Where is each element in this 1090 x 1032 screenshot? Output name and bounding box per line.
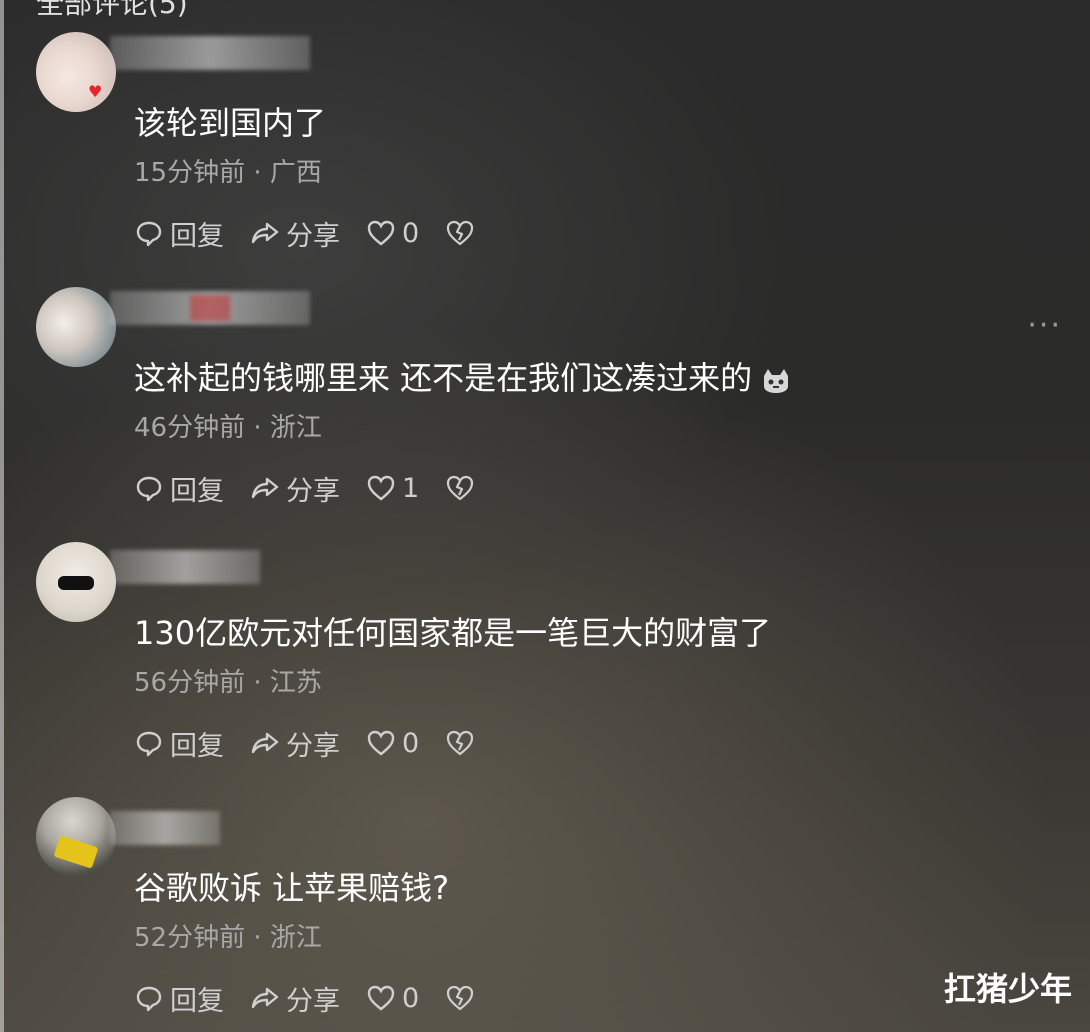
username-blurred[interactable]: [110, 36, 310, 70]
share-label: 分享: [286, 475, 340, 507]
avatar[interactable]: [36, 542, 116, 622]
like-count: 0: [402, 217, 420, 249]
comment-text: 谷歌败诉 让苹果赔钱?: [134, 869, 450, 907]
meta-separator: ·: [245, 668, 270, 698]
meta-separator: ·: [245, 158, 270, 188]
share-arrow-icon: [251, 222, 279, 244]
cat-emoji-icon: [764, 369, 789, 393]
like-button[interactable]: 0: [366, 728, 419, 759]
like-count: 1: [402, 472, 420, 504]
comment-text: 这补起的钱哪里来 还不是在我们这凑过来的: [134, 353, 792, 399]
comment-item: ♥ 该轮到国内了 15分钟前 · 广西 回复 分享 0: [0, 0, 1090, 255]
avatar[interactable]: ♥: [36, 32, 116, 112]
avatar[interactable]: [36, 797, 116, 877]
heart-icon: [367, 475, 395, 501]
comment-meta: 15分钟前 · 广西: [134, 152, 322, 189]
share-button[interactable]: 分享: [250, 979, 340, 1018]
like-button[interactable]: 0: [366, 218, 419, 249]
share-arrow-icon: [251, 987, 279, 1009]
meta-separator: ·: [245, 413, 270, 443]
comment-text: 该轮到国内了: [134, 104, 327, 142]
comment-meta: 46分钟前 · 浙江: [134, 407, 322, 444]
comment-text: 130亿欧元对任何国家都是一笔巨大的财富了: [134, 614, 772, 652]
comment-text-content: 这补起的钱哪里来 还不是在我们这凑过来的: [134, 359, 753, 397]
dislike-button[interactable]: [445, 728, 481, 758]
reply-label: 回复: [170, 220, 224, 252]
like-button[interactable]: 1: [366, 473, 419, 504]
share-arrow-icon: [251, 732, 279, 754]
heart-icon: ♥: [88, 82, 103, 101]
dislike-button[interactable]: [445, 218, 481, 248]
share-label: 分享: [286, 220, 340, 252]
comment-bubble-icon: [136, 476, 162, 502]
reply-button[interactable]: 回复: [134, 214, 224, 253]
comment-time: 56分钟前: [134, 668, 246, 698]
comment-location: 浙江: [269, 923, 322, 953]
username-blurred[interactable]: [110, 291, 310, 325]
comment-actions: 回复 分享 0: [134, 213, 507, 253]
share-label: 分享: [286, 985, 340, 1017]
reply-button[interactable]: 回复: [134, 979, 224, 1018]
sunglasses-figure: [58, 576, 94, 590]
comment-actions: 回复 分享 1: [134, 468, 507, 508]
comment-time: 15分钟前: [134, 158, 246, 188]
share-button[interactable]: 分享: [250, 214, 340, 253]
comment-item: 这补起的钱哪里来 还不是在我们这凑过来的 46分钟前 · 浙江 回复 分享 1: [0, 255, 1090, 510]
comment-item: 谷歌败诉 让苹果赔钱? 52分钟前 · 浙江 回复 分享 0: [0, 765, 1090, 1020]
more-options-icon[interactable]: ···: [1027, 308, 1062, 343]
username-blurred[interactable]: [110, 811, 220, 845]
comment-bubble-icon: [136, 986, 162, 1012]
dislike-button[interactable]: [445, 983, 481, 1013]
share-button[interactable]: 分享: [250, 469, 340, 508]
comment-location: 浙江: [269, 413, 322, 443]
comment-item: 130亿欧元对任何国家都是一笔巨大的财富了 56分钟前 · 江苏 回复 分享 0: [0, 510, 1090, 765]
comment-time: 52分钟前: [134, 923, 246, 953]
watermark: 扛猪少年: [943, 970, 1072, 1008]
share-arrow-icon: [251, 477, 279, 499]
broken-heart-icon: [447, 475, 474, 501]
comment-bubble-icon: [136, 221, 162, 247]
comment-meta: 52分钟前 · 浙江: [134, 917, 322, 954]
dislike-button[interactable]: [445, 473, 481, 503]
reply-label: 回复: [170, 475, 224, 507]
like-count: 0: [402, 727, 420, 759]
username-blurred[interactable]: [110, 550, 260, 584]
comment-bubble-icon: [136, 731, 162, 757]
reply-label: 回复: [170, 730, 224, 762]
heart-icon: [367, 730, 395, 756]
heart-icon: [367, 985, 395, 1011]
like-button[interactable]: 0: [366, 983, 419, 1014]
avatar[interactable]: [36, 287, 116, 367]
like-count: 0: [402, 982, 420, 1014]
meta-separator: ·: [245, 923, 270, 953]
reply-button[interactable]: 回复: [134, 469, 224, 508]
comment-actions: 回复 分享 0: [134, 723, 507, 763]
comment-time: 46分钟前: [134, 413, 246, 443]
comment-meta: 56分钟前 · 江苏: [134, 662, 322, 699]
heart-icon: [367, 220, 395, 246]
broken-heart-icon: [447, 220, 474, 246]
reply-button[interactable]: 回复: [134, 724, 224, 763]
comment-location: 广西: [269, 158, 322, 188]
comment-actions: 回复 分享 0: [134, 978, 507, 1018]
share-label: 分享: [286, 730, 340, 762]
broken-heart-icon: [447, 730, 474, 756]
share-button[interactable]: 分享: [250, 724, 340, 763]
reply-label: 回复: [170, 985, 224, 1017]
yellow-object: [53, 835, 99, 869]
comment-location: 江苏: [269, 668, 322, 698]
broken-heart-icon: [447, 985, 474, 1011]
